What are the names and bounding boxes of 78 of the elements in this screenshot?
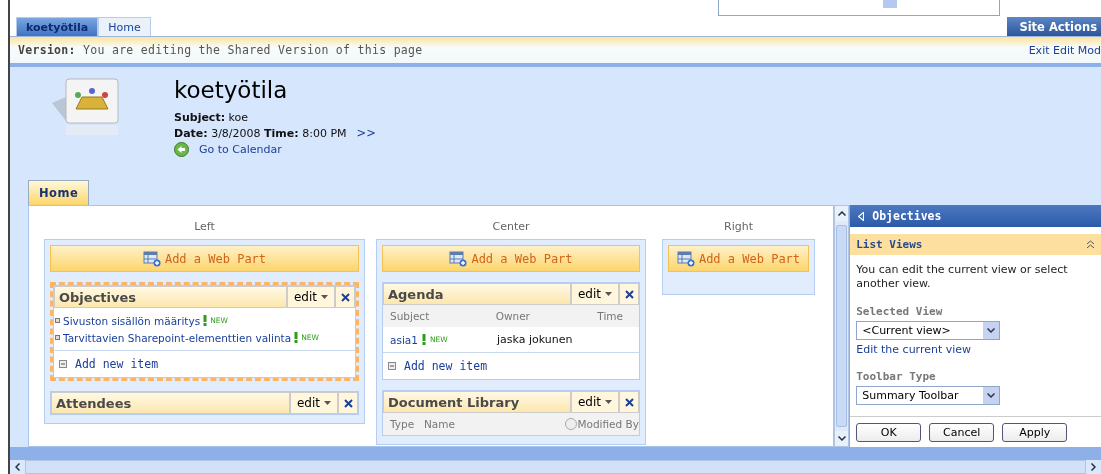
edit-view-link[interactable]: Edit the current view xyxy=(850,340,1101,356)
column-header[interactable]: Subject xyxy=(383,310,496,322)
meeting-subject: Subject: koe xyxy=(174,110,250,125)
add-item-icon xyxy=(388,362,396,370)
column-header[interactable]: Modified By xyxy=(577,418,639,430)
caret-icon xyxy=(324,401,331,405)
dialog-button[interactable]: OK xyxy=(856,423,922,442)
column-header[interactable]: Owner xyxy=(495,310,598,322)
column-header[interactable]: Type xyxy=(383,418,424,430)
close-button[interactable] xyxy=(334,287,354,307)
radio-icon xyxy=(565,418,578,430)
close-button[interactable] xyxy=(618,284,638,304)
edit-menu-button[interactable]: edit xyxy=(569,284,618,304)
caret-icon xyxy=(321,295,328,299)
version-notice: Version: You are editing the Shared Version of this page xyxy=(18,43,423,57)
meeting-workspace-icon xyxy=(52,75,122,137)
add-web-part-icon xyxy=(676,250,695,267)
caret-icon xyxy=(605,400,612,404)
caret-icon xyxy=(605,292,612,296)
section-title: List Views xyxy=(856,238,923,251)
exclamation-icon xyxy=(294,332,299,343)
top-tab[interactable]: Home xyxy=(98,17,151,36)
collapse-chevron-icon[interactable] xyxy=(1086,240,1095,249)
table-cell: jaska jokunen xyxy=(497,333,573,346)
add-item-icon xyxy=(59,360,67,368)
page-tab[interactable]: Home xyxy=(28,180,90,205)
add-new-item-link[interactable]: Add new item xyxy=(404,359,488,373)
list-item-link[interactable]: Tarvittavien Sharepoint-elementtien valinta xyxy=(63,331,292,344)
close-button[interactable] xyxy=(337,393,357,413)
column-header[interactable]: Name xyxy=(424,418,527,430)
section-description: You can edit the current view or select another view. xyxy=(855,262,1069,291)
zone-label: Left xyxy=(193,220,216,235)
add-new-item-link[interactable]: Add new item xyxy=(75,357,159,371)
top-tab[interactable]: koetyötila xyxy=(16,17,99,36)
close-icon xyxy=(624,289,634,299)
selected-view-dropdown[interactable]: <Current view> xyxy=(856,321,1001,340)
dialog-button[interactable]: Apply xyxy=(1002,423,1068,442)
collapse-arrow-icon[interactable] xyxy=(858,211,865,221)
web-part-title: Objectives xyxy=(58,289,138,307)
go-to-calendar-link[interactable]: Go to Calendar xyxy=(199,142,282,156)
field-label: Toolbar Type xyxy=(855,369,937,385)
scroll-down-icon[interactable] xyxy=(837,436,846,441)
search-field[interactable] xyxy=(718,0,1000,16)
add-web-part-icon xyxy=(449,250,468,267)
web-part-title: Attendees xyxy=(55,395,133,413)
toolbar-type-dropdown[interactable]: Summary Toolbar xyxy=(856,386,1001,405)
close-button[interactable] xyxy=(618,392,638,412)
scroll-right-icon[interactable] xyxy=(1091,463,1096,471)
web-part-title: Agenda xyxy=(387,286,445,304)
exit-edit-mode-link[interactable]: Exit Edit Mod xyxy=(1028,43,1101,57)
edit-menu-button[interactable]: edit xyxy=(288,393,337,413)
site-actions-button[interactable]: Site Actions xyxy=(1007,17,1101,36)
exclamation-icon xyxy=(421,334,426,345)
horizontal-scrollbar[interactable] xyxy=(10,460,1101,474)
bullet-icon xyxy=(55,335,60,340)
list-item-link[interactable]: Sivuston sisällön määritys xyxy=(63,314,201,327)
add-web-part-icon xyxy=(142,250,161,267)
column-header[interactable]: Time xyxy=(597,310,639,322)
close-icon xyxy=(343,398,353,408)
field-label: Selected View xyxy=(855,304,944,320)
tool-pane-title: Objectives xyxy=(872,209,942,223)
close-icon xyxy=(624,397,634,407)
meeting-date-time: Date: 3/8/2008 Time: 8:00 PM xyxy=(174,125,347,141)
scroll-up-icon[interactable] xyxy=(837,211,846,216)
web-part-title: Document Library xyxy=(387,394,521,412)
edit-menu-button[interactable]: edit xyxy=(569,392,618,412)
exclamation-icon xyxy=(203,315,208,326)
scroll-left-icon[interactable] xyxy=(15,463,20,471)
vertical-scrollbar[interactable] xyxy=(834,205,850,447)
dialog-button[interactable]: Cancel xyxy=(929,423,995,442)
close-icon xyxy=(340,292,350,302)
next-date-link[interactable]: >> xyxy=(356,126,376,140)
meeting-title: koetyötila xyxy=(174,76,289,105)
agenda-item-link[interactable]: asia1 xyxy=(390,333,418,346)
edit-menu-button[interactable]: edit xyxy=(285,287,334,307)
zone-label: Right xyxy=(723,220,754,235)
bullet-icon xyxy=(55,318,60,323)
zone-label: Center xyxy=(491,220,531,235)
